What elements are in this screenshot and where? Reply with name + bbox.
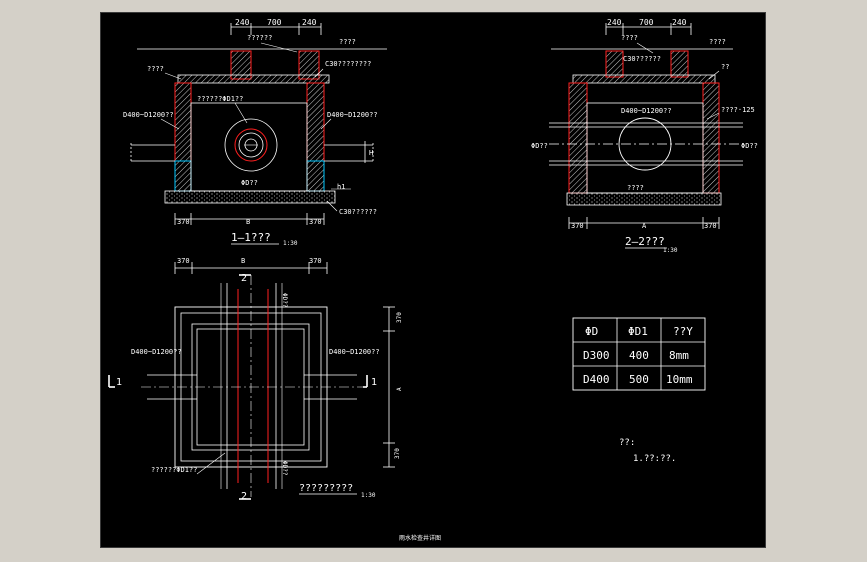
section-1-1-ground-label-right: ???? bbox=[339, 38, 356, 46]
plan-top-dims bbox=[174, 262, 328, 274]
section-1-1-dim-bottom-1: B bbox=[246, 218, 250, 226]
section-2-2-slab-label: C30?????? bbox=[623, 55, 661, 63]
plan-dim-right-0: 370 bbox=[396, 312, 403, 323]
plan-dim-top-2: 370 bbox=[309, 257, 322, 265]
svg-text:1: 1 bbox=[371, 377, 377, 388]
section-2-2-phi-right: ΦD?? bbox=[741, 142, 758, 150]
table-cell-1-0: D400 bbox=[583, 373, 610, 386]
section-1-1-ground-label: ?????? bbox=[247, 34, 272, 42]
plan-right-dims bbox=[383, 306, 395, 468]
table-cell-1-2: 10mm bbox=[666, 373, 693, 386]
section-2-2-scale: 1:30 bbox=[663, 247, 678, 254]
plan-pipe-right-label: D400~D1200?? bbox=[329, 348, 380, 356]
section-2-2-cover-leader bbox=[636, 42, 654, 54]
section-2-2-dim-bottom-2: 370 bbox=[704, 222, 717, 230]
plan-cut-marker-2-top: 2 bbox=[239, 273, 251, 284]
section-2-2-cover-slab bbox=[572, 74, 716, 84]
plan-dim-right-1: A bbox=[396, 387, 403, 391]
plan-cut-marker-1-left: 1 bbox=[108, 375, 122, 388]
section-2-2-dim-bottom-0: 370 bbox=[571, 222, 584, 230]
section-2-2-title: 2—2??? bbox=[625, 235, 665, 248]
section-2-2-pipe-label: D400~D1200?? bbox=[621, 107, 672, 115]
notes-heading: ??: bbox=[619, 438, 635, 448]
plan-view: 370 B 370 D400~D1200?? D400~D1200?? 1 1 … bbox=[108, 257, 403, 502]
table-cell-1-1: 500 bbox=[629, 373, 649, 386]
plan-dim-top-0: 370 bbox=[177, 257, 190, 265]
section-2-2-side-label: ????·125 bbox=[721, 106, 755, 114]
section-1-1-pipe-right-label: D400~D1200?? bbox=[327, 111, 378, 119]
section-1-1-cover-label: ???? bbox=[147, 65, 164, 73]
plan-right-bottom-label: ΦD?? bbox=[281, 461, 288, 476]
table-header-2: ??Y bbox=[673, 325, 693, 338]
spec-table: ΦD ΦD1 ??Y D300 400 8mm D400 500 10mm bbox=[572, 317, 706, 391]
svg-text:1: 1 bbox=[116, 377, 122, 388]
section-2-2-dim-top-0: 240 bbox=[607, 18, 622, 27]
section-1-1-base-label: C30?????? bbox=[339, 208, 377, 216]
section-1-1-dim-top-2: 240 bbox=[302, 18, 317, 27]
table-header-1: ΦD1 bbox=[628, 325, 648, 338]
plan-cut-marker-1-right: 1 bbox=[363, 375, 377, 388]
section-1-1-cover-slab bbox=[177, 74, 330, 84]
section-2-2-dim-top-2: 240 bbox=[672, 18, 687, 27]
plan-manhole-label: ??????ΦD1?? bbox=[151, 466, 197, 474]
section-2-2-right-label: ???? bbox=[709, 38, 726, 46]
section-2-2: 240 700 240 ???? ???? C30?????? ?? D400~… bbox=[531, 18, 758, 254]
cad-viewport: 240 700 240 ?????? ???? ???? C30???????? bbox=[0, 0, 867, 562]
section-2-2-bottom-label: ???? bbox=[627, 184, 644, 192]
section-1-1-title: 1—1??? bbox=[231, 231, 271, 244]
plan-pipe-left-label: D400~D1200?? bbox=[131, 348, 182, 356]
table-header-0: ΦD bbox=[585, 325, 598, 338]
table-cell-0-0: D300 bbox=[583, 349, 610, 362]
plan-title: ????????? bbox=[299, 483, 353, 494]
section-1-1-base bbox=[164, 190, 336, 204]
section-1-1-h1-label: h1 bbox=[337, 183, 345, 191]
section-2-2-walls bbox=[568, 82, 720, 194]
plan-dim-right-2: 370 bbox=[394, 448, 401, 459]
notes-line: 1.??:??. bbox=[633, 454, 676, 464]
section-1-1-slab-label: C30???????? bbox=[325, 60, 371, 68]
plan-right-top-label: ΦD?? bbox=[281, 293, 288, 308]
section-2-2-cover-label: ???? bbox=[621, 34, 638, 42]
section-1-1-ground-leader bbox=[260, 42, 298, 53]
section-1-1-scale: 1:30 bbox=[283, 240, 298, 247]
section-1-1-manhole bbox=[224, 118, 278, 172]
section-1-1-dim-top-0: 240 bbox=[235, 18, 250, 27]
section-1-1-chamber bbox=[190, 102, 308, 192]
section-2-2-dim-top-1: 700 bbox=[639, 18, 654, 27]
section-2-2-chamber bbox=[586, 102, 704, 194]
svg-text:2: 2 bbox=[241, 273, 247, 284]
plan-dim-top-1: B bbox=[241, 257, 245, 265]
table-cell-0-2: 8mm bbox=[669, 349, 689, 362]
plan-cut-marker-2-bottom: 2 bbox=[239, 491, 251, 502]
svg-text:2: 2 bbox=[241, 491, 247, 502]
section-2-2-phi-left: ΦD?? bbox=[531, 142, 548, 150]
section-1-1-manhole-leader bbox=[234, 102, 248, 124]
plan-vertical-channel bbox=[220, 275, 283, 497]
section-2-2-right-small: ?? bbox=[721, 63, 729, 71]
plan-scale: 1:30 bbox=[361, 492, 376, 499]
section-1-1-dim-top-1: 700 bbox=[267, 18, 282, 27]
section-1-1-dim-bottom-2: 370 bbox=[309, 218, 322, 226]
sheet-title: 雨水检查井详图 bbox=[399, 534, 441, 542]
drawing-svg: 240 700 240 ?????? ???? ???? C30???????? bbox=[108, 18, 758, 542]
drawing-canvas[interactable]: 240 700 240 ?????? ???? ???? C30???????? bbox=[100, 12, 766, 548]
section-1-1: 240 700 240 ?????? ???? ???? C30???????? bbox=[123, 18, 387, 247]
section-1-1-pipes bbox=[130, 143, 374, 163]
plan-horizontal-pipes bbox=[141, 374, 363, 400]
section-2-2-base bbox=[566, 192, 722, 206]
section-1-1-dim-bottom-0: 370 bbox=[177, 218, 190, 226]
section-1-1-manhole-label: ??????ΦD1?? bbox=[197, 95, 243, 103]
table-cell-0-1: 400 bbox=[629, 349, 649, 362]
section-1-1-pipe-left-label: D400~D1200?? bbox=[123, 111, 174, 119]
section-1-1-phi-label: ΦD?? bbox=[241, 179, 258, 187]
section-1-1-h-label: H bbox=[369, 149, 373, 157]
